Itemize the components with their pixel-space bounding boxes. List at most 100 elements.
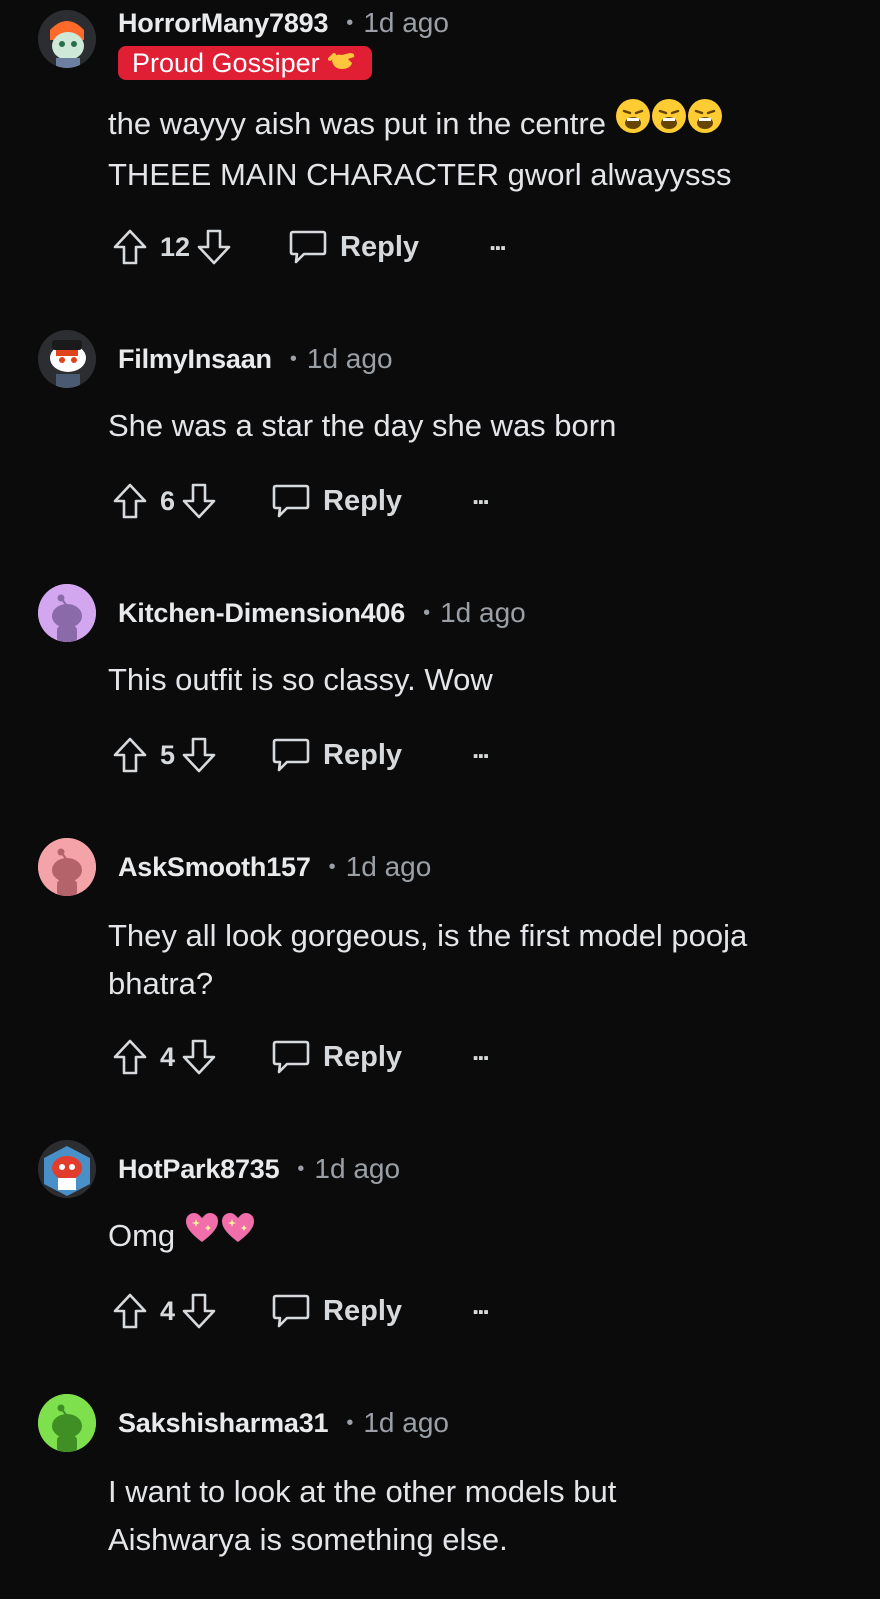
- comment-text-line: They all look gorgeous, is the first mod…: [108, 918, 748, 953]
- comment-text: Omg: [108, 1218, 176, 1253]
- comment-text: the wayyy aish was put in the centre: [108, 106, 606, 141]
- comment-meta: FilmyInsaan • 1d ago: [118, 339, 393, 379]
- vote-control: 5: [112, 736, 217, 774]
- comment-text-line: I want to look at the other models but: [108, 1474, 617, 1509]
- comment-actions: 4 Reply ...: [112, 1286, 490, 1336]
- comment-text-line: bhatra?: [108, 966, 214, 1001]
- flair-label: Proud Gossiper: [132, 47, 320, 78]
- dot-separator: •: [346, 1411, 354, 1434]
- username[interactable]: Kitchen-Dimension406: [118, 598, 405, 629]
- dot-separator: •: [297, 1157, 305, 1180]
- vote-count: 5: [160, 739, 176, 770]
- reply-button[interactable]: Reply: [288, 228, 419, 266]
- reply-button[interactable]: Reply: [271, 736, 402, 774]
- comment-text-line: THEEE MAIN CHARACTER gworl alwayysss: [108, 156, 732, 192]
- username[interactable]: AskSmooth157: [118, 852, 311, 883]
- weary-face-emoji-icon: [615, 98, 651, 148]
- user-flair: Proud Gossiper: [118, 46, 372, 80]
- comment-actions: 4 Reply ...: [112, 1032, 490, 1082]
- reply-label: Reply: [323, 1040, 403, 1073]
- vote-count: 4: [160, 1041, 176, 1072]
- username[interactable]: Sakshisharma31: [118, 1408, 329, 1439]
- vote-count: 4: [160, 1295, 176, 1326]
- overflow-dots-icon[interactable]: ...: [489, 228, 507, 254]
- avatar[interactable]: [38, 10, 96, 68]
- comment-body: This outfit is so classy. Wow: [108, 656, 838, 704]
- username[interactable]: HorrorMany7893: [118, 8, 328, 39]
- comment-actions: 5 Reply ...: [112, 730, 490, 780]
- timestamp: 1d ago: [314, 1153, 401, 1184]
- comment-meta: Kitchen-Dimension406 • 1d ago: [118, 593, 526, 633]
- comment-meta: HorrorMany7893 • 1d ago: [118, 3, 449, 43]
- comment-meta: AskSmooth157 • 1d ago: [118, 847, 431, 887]
- dot-separator: •: [289, 347, 297, 370]
- timestamp: 1d ago: [345, 851, 432, 882]
- timestamp: 1d ago: [440, 597, 526, 628]
- downvote-arrow-icon[interactable]: [181, 1038, 217, 1076]
- comment-body: I want to look at the other models but A…: [108, 1468, 838, 1564]
- comment-body: They all look gorgeous, is the first mod…: [108, 912, 838, 1008]
- avatar[interactable]: [38, 1140, 96, 1198]
- reply-label: Reply: [323, 484, 403, 517]
- vote-control: 4: [112, 1038, 217, 1076]
- comment-text-line: She was a star the day she was born: [108, 408, 617, 443]
- comment-actions: 6 Reply ...: [112, 476, 490, 526]
- upvote-arrow-icon[interactable]: [112, 482, 148, 520]
- upvote-arrow-icon[interactable]: [112, 1038, 148, 1076]
- avatar[interactable]: [38, 1394, 96, 1452]
- overflow-dots-icon[interactable]: ...: [472, 482, 490, 508]
- weary-face-emoji-icon: [651, 98, 687, 148]
- timestamp: 1d ago: [363, 7, 449, 38]
- comment-meta: Sakshisharma31 • 1d ago: [118, 1403, 449, 1443]
- username[interactable]: FilmyInsaan: [118, 344, 272, 375]
- speech-bubble-icon: [272, 1294, 310, 1328]
- comment-body: Omg: [108, 1212, 838, 1262]
- reply-button[interactable]: Reply: [271, 1292, 402, 1330]
- reply-button[interactable]: Reply: [271, 1038, 402, 1076]
- dot-separator: •: [423, 601, 431, 624]
- upvote-arrow-icon[interactable]: [112, 736, 148, 774]
- timestamp: 1d ago: [363, 1407, 449, 1438]
- comment-meta: HotPark8735 • 1d ago: [118, 1149, 400, 1189]
- sparkling-heart-emoji-icon: [184, 1211, 220, 1259]
- dot-separator: •: [328, 855, 336, 878]
- downvote-arrow-icon[interactable]: [181, 1292, 217, 1330]
- call-me-hand-icon: [327, 47, 358, 80]
- upvote-arrow-icon[interactable]: [112, 228, 148, 266]
- reply-label: Reply: [340, 230, 420, 263]
- comment-body: She was a star the day she was born: [108, 402, 838, 450]
- sparkling-heart-emoji-icon: [220, 1211, 256, 1259]
- comment-body: the wayyy aish was put in the centre THE…: [108, 98, 838, 199]
- avatar[interactable]: [38, 838, 96, 896]
- vote-control: 4: [112, 1292, 217, 1330]
- avatar[interactable]: [38, 330, 96, 388]
- comment-actions: 12 Reply ...: [112, 222, 507, 272]
- username[interactable]: HotPark8735: [118, 1154, 280, 1185]
- upvote-arrow-icon[interactable]: [112, 1292, 148, 1330]
- comment-text-line: This outfit is so classy. Wow: [108, 662, 493, 697]
- avatar[interactable]: [38, 584, 96, 642]
- reply-button[interactable]: Reply: [271, 482, 402, 520]
- vote-control: 12: [112, 228, 232, 266]
- downvote-arrow-icon[interactable]: [181, 482, 217, 520]
- overflow-dots-icon[interactable]: ...: [472, 1038, 490, 1064]
- downvote-arrow-icon[interactable]: [196, 228, 232, 266]
- overflow-dots-icon[interactable]: ...: [472, 1292, 490, 1318]
- downvote-arrow-icon[interactable]: [181, 736, 217, 774]
- speech-bubble-icon: [272, 484, 310, 518]
- comment-text-line: Omg: [108, 1212, 838, 1262]
- vote-count: 12: [160, 231, 191, 262]
- reply-label: Reply: [323, 738, 403, 771]
- weary-face-emoji-icon: [687, 98, 723, 148]
- speech-bubble-icon: [272, 1040, 310, 1074]
- comment-text-line: Aishwarya is something else.: [108, 1522, 508, 1557]
- vote-control: 6: [112, 482, 217, 520]
- speech-bubble-icon: [272, 738, 310, 772]
- timestamp: 1d ago: [306, 343, 393, 374]
- overflow-dots-icon[interactable]: ...: [472, 736, 490, 762]
- vote-count: 6: [160, 485, 176, 516]
- comment-text-line: the wayyy aish was put in the centre: [108, 98, 838, 151]
- speech-bubble-icon: [289, 230, 327, 264]
- reply-label: Reply: [323, 1294, 403, 1327]
- dot-separator: •: [346, 11, 354, 34]
